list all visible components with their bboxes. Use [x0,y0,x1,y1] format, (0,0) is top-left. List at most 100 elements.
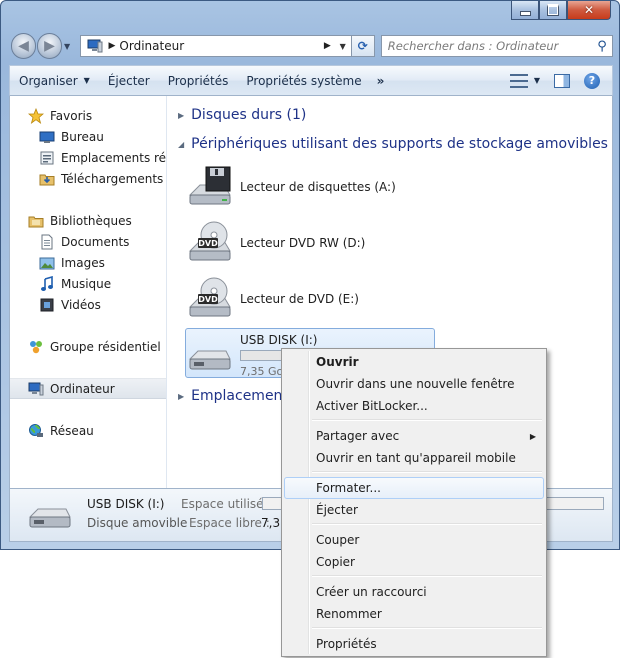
menu-item-open-new-window[interactable]: Ouvrir dans une nouvelle fenêtre [284,373,544,395]
menu-separator [312,419,542,421]
sidebar-item-favorites[interactable]: Favoris [10,105,166,126]
sidebar-item-downloads[interactable]: Téléchargements [10,168,166,189]
homegroup-icon [28,339,44,355]
navigation-pane: Favoris Bureau Emplacements récents Télé… [10,96,167,488]
menu-item-eject[interactable]: Éjecter [284,499,544,521]
star-icon [28,107,44,124]
sidebar-item-libraries[interactable]: Bibliothèques [10,210,166,231]
sidebar-item-label: Groupe résidentiel [50,339,161,354]
more-commands-button[interactable]: » [371,74,391,88]
menu-item-format[interactable]: Formater... [284,477,544,499]
refresh-icon: ⟳ [357,39,368,53]
sidebar-item-music[interactable]: Musique [10,273,166,294]
desktop-icon [39,129,55,145]
menu-item-copy[interactable]: Copier [284,551,544,573]
group-header-label: Emplacement [191,388,288,404]
sidebar-item-homegroup[interactable]: Groupe résidentiel [10,336,166,357]
close-icon: ✕ [583,3,595,17]
sidebar-item-label: Téléchargements [61,171,164,186]
sidebar-item-network[interactable]: Réseau [10,420,166,441]
libraries-icon [28,213,44,229]
sidebar-item-images[interactable]: Images [10,252,166,273]
forward-button[interactable]: ▶ [37,33,62,59]
svg-text:DVD: DVD [198,295,218,304]
drive-label: USB DISK (I:) [240,333,318,347]
chevron-down-icon: ▼ [83,76,90,85]
expand-arrow-icon: ▶ [178,110,185,120]
dvd-drive-icon: DVD [186,275,234,323]
breadcrumb-chevron-icon[interactable]: ▶ [324,41,331,51]
caption-buttons: ✕ [511,1,611,21]
menu-item-label: Partager avec [316,429,400,443]
search-box[interactable]: Rechercher dans : Ordinateur ⚲ [380,35,614,57]
usb-drive-icon [26,499,76,535]
drive-label: Lecteur DVD RW (D:) [240,236,366,250]
group-header-label: Disques durs (1) [191,107,307,123]
sidebar-item-label: Images [61,255,105,270]
breadcrumb-separator-icon[interactable]: ▶ [109,41,116,51]
search-icon[interactable]: ⚲ [592,39,612,54]
eject-button[interactable]: Éjecter [99,66,159,95]
group-header-other[interactable]: ▶ Emplacement [178,385,288,407]
sidebar-item-videos[interactable]: Vidéos [10,294,166,315]
menu-item-share-with[interactable]: Partager avec ▶ [284,425,544,447]
breadcrumb-location[interactable]: Ordinateur [119,39,319,53]
back-button[interactable]: ◀ [11,33,36,59]
help-icon[interactable]: ? [584,72,600,89]
preview-pane-icon[interactable] [554,73,570,88]
context-menu: Ouvrir Ouvrir dans une nouvelle fenêtre … [281,348,547,657]
menu-item-cut[interactable]: Couper [284,529,544,551]
sidebar-item-recent-places[interactable]: Emplacements récents [10,147,167,168]
recent-pages-dropdown[interactable]: ▼ [64,42,76,51]
sidebar-item-documents[interactable]: Documents [10,231,166,252]
sidebar-item-label: Emplacements récents [61,150,167,165]
back-arrow-icon: ◀ [18,38,29,54]
details-used-space-label: Espace utilisé : [181,497,272,511]
menu-item-open[interactable]: Ouvrir [284,351,544,373]
system-properties-button[interactable]: Propriétés système [237,66,370,95]
menu-separator [312,471,542,473]
menu-item-open-as-portable[interactable]: Ouvrir en tant qu'appareil mobile [284,447,544,469]
menu-item-rename[interactable]: Renommer [284,603,544,625]
usb-drive-icon [186,331,234,379]
menu-separator [312,523,542,525]
menu-separator [312,627,542,629]
menu-item-properties[interactable]: Propriétés [284,633,544,655]
change-view-icon[interactable] [509,73,528,88]
group-header-hard-disks[interactable]: ▶ Disques durs (1) [178,104,306,126]
close-button[interactable]: ✕ [567,1,611,20]
collapse-arrow-icon: ◢ [178,139,185,149]
group-header-removable[interactable]: ◢ Périphériques utilisant des supports d… [178,133,613,155]
sidebar-item-label: Vidéos [61,297,101,312]
menu-separator [312,575,542,577]
command-bar: Organiser ▼ Éjecter Propriétés Propriétés… [9,65,613,96]
address-dropdown-icon[interactable]: ▼ [335,42,351,51]
minimize-button[interactable] [511,1,539,20]
sidebar-item-label: Musique [61,276,112,291]
menu-item-bitlocker[interactable]: Activer BitLocker... [284,395,544,417]
details-drive-name: USB DISK (I:) [87,497,165,511]
refresh-button[interactable]: ⟳ [351,35,375,57]
dvd-drive-icon: DVD [186,219,234,267]
sidebar-item-computer[interactable]: Ordinateur [10,378,166,399]
sidebar-item-label: Bibliothèques [50,213,132,228]
view-options-dropdown-icon[interactable]: ▼ [534,76,540,85]
downloads-folder-icon [39,171,55,187]
forward-arrow-icon: ▶ [44,38,55,54]
drive-dvd-rw[interactable]: DVD Lecteur DVD RW (D:) [186,217,436,269]
drive-dvd[interactable]: DVD Lecteur de DVD (E:) [186,273,436,325]
details-free-space-label: Espace libre : [189,516,270,530]
drive-floppy[interactable]: Lecteur de disquettes (A:) [186,161,436,213]
group-header-label: Périphériques utilisant des supports de … [191,136,613,152]
properties-button[interactable]: Propriétés [159,66,238,95]
search-input[interactable]: Rechercher dans : Ordinateur [388,39,592,53]
organise-button[interactable]: Organiser ▼ [10,66,99,95]
recent-places-icon [39,150,55,166]
sidebar-item-desktop[interactable]: Bureau [10,126,166,147]
address-bar[interactable]: ▶ Ordinateur ▶ ▼ [79,35,352,57]
drive-label: Lecteur de disquettes (A:) [240,180,396,194]
menu-item-create-shortcut[interactable]: Créer un raccourci [284,581,544,603]
maximize-button[interactable] [539,1,567,20]
music-note-icon [39,275,55,292]
sidebar-item-label: Ordinateur [50,381,115,396]
